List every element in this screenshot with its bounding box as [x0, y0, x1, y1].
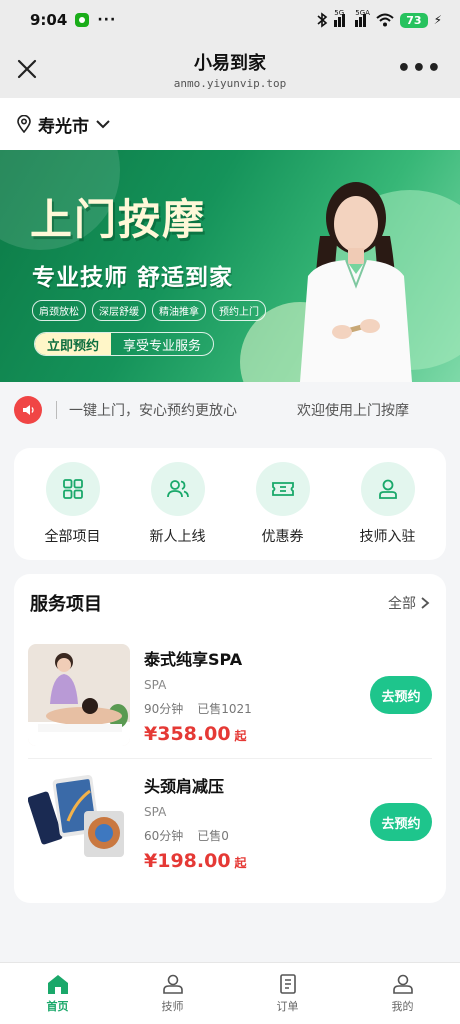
more-notifications-icon: ···: [97, 12, 117, 28]
view-all-link[interactable]: 全部: [388, 593, 430, 613]
location-selector[interactable]: 寿光市: [0, 98, 460, 150]
location-pin-icon: [17, 115, 31, 133]
service-price: ¥198.00 起: [144, 849, 247, 872]
banner-tag: 预约上门: [212, 300, 266, 321]
banner-tags: 肩颈放松 深层舒缓 精油推拿 预约上门: [32, 300, 266, 321]
service-thumbnail: [28, 644, 130, 746]
page-title: 小易到家: [194, 52, 266, 74]
book-button[interactable]: 去预约: [370, 803, 432, 841]
status-indicators: 5G 5GA 73 ⚡: [316, 9, 442, 28]
user-icon: [360, 462, 415, 516]
service-sold-count: 已售1021: [197, 701, 252, 716]
service-item[interactable]: 头颈肩减压 SPA 60分钟 已售0 ¥198.00 起 去预约: [28, 758, 432, 885]
navigation-bar: 小易到家 anmo.yiyunvip.top •••: [0, 40, 460, 98]
promo-banner[interactable]: 上门按摩 专业技师 舒适到家 肩颈放松 深层舒缓 精油推拿 预约上门 立即预约 …: [0, 150, 460, 382]
notice-message: 欢迎使用上门按摩: [297, 403, 409, 419]
quick-actions: 全部项目 新人上线 优惠券 技师入驻: [14, 448, 446, 560]
quick-action-label: 优惠券: [261, 529, 304, 545]
technician-icon: [162, 974, 183, 994]
therapist-photo: [300, 182, 412, 382]
tab-home[interactable]: 首页: [0, 963, 115, 1024]
wifi-icon: [376, 13, 394, 27]
quick-action-label: 全部项目: [44, 529, 101, 545]
quick-action-coupons[interactable]: 优惠券: [233, 462, 333, 546]
ticket-icon: [255, 462, 310, 516]
notice-bar[interactable]: 一键上门，安心预约更放心 欢迎使用上门按摩: [0, 382, 460, 438]
quick-action-label: 新人上线: [149, 529, 206, 545]
banner-subline: 专业技师 舒适到家: [32, 265, 234, 291]
banner-tag: 肩颈放松: [32, 300, 86, 321]
charging-icon: ⚡: [433, 13, 442, 27]
services-header: 服务项目 全部: [28, 574, 432, 632]
wechat-icon: [75, 13, 90, 27]
service-name: 头颈肩减压: [144, 776, 225, 796]
tab-profile[interactable]: 我的: [345, 963, 460, 1024]
notice-message: 一键上门，安心预约更放心: [69, 403, 237, 419]
signal-5ga-icon: 5GA: [355, 9, 370, 27]
service-name: 泰式纯享SPA: [144, 649, 243, 669]
banner-tag: 精油推拿: [152, 300, 206, 321]
users-icon: [150, 462, 205, 516]
chevron-down-icon: [96, 120, 110, 129]
book-button[interactable]: 去预约: [370, 676, 432, 714]
quick-action-label: 技师入驻: [359, 529, 416, 545]
quick-action-new-arrivals[interactable]: 新人上线: [128, 462, 228, 546]
chevron-right-icon: [421, 597, 430, 609]
book-now-button[interactable]: 立即预约: [35, 333, 112, 355]
banner-cta-text: 享受专业服务: [123, 338, 202, 354]
city-name: 寿光市: [38, 116, 89, 137]
service-thumbnail: [28, 771, 130, 873]
service-price: ¥358.00 起: [144, 722, 247, 745]
tab-orders[interactable]: 订单: [230, 963, 345, 1024]
status-bar: 9:04 ··· 5G 5GA 73 ⚡: [0, 0, 460, 40]
banner-headline: 上门按摩: [30, 195, 207, 244]
service-duration: 60分钟: [144, 828, 184, 843]
banner-tag: 深层舒缓: [92, 300, 146, 321]
service-sold-count: 已售0: [197, 828, 229, 843]
page-url: anmo.yiyunvip.top: [173, 76, 287, 90]
services-section: 服务项目 全部 泰式纯享SPA SPA 90分钟 已售1021 ¥358.00 …: [14, 574, 446, 903]
speaker-icon: [14, 396, 42, 424]
service-item[interactable]: 泰式纯享SPA SPA 90分钟 已售1021 ¥358.00 起 去预约: [28, 632, 432, 758]
grid-icon: [45, 462, 100, 516]
home-icon: [47, 975, 68, 994]
quick-action-all-projects[interactable]: 全部项目: [23, 462, 123, 546]
profile-icon: [392, 974, 413, 994]
section-title: 服务项目: [30, 594, 102, 615]
bottom-tab-bar: 首页 技师 订单 我的: [0, 962, 460, 1024]
order-icon: [279, 974, 296, 994]
service-duration: 90分钟: [144, 701, 184, 716]
status-time: 9:04: [30, 11, 68, 29]
banner-cta: 立即预约 享受专业服务: [34, 332, 215, 356]
tab-technician[interactable]: 技师: [115, 963, 230, 1024]
close-icon[interactable]: [14, 56, 40, 82]
quick-action-join-technician[interactable]: 技师入驻: [338, 462, 438, 546]
more-menu-icon[interactable]: •••: [397, 56, 442, 81]
battery-indicator: 73: [400, 12, 428, 28]
bluetooth-icon: [317, 12, 328, 28]
signal-5g-icon: 5G: [334, 9, 349, 27]
